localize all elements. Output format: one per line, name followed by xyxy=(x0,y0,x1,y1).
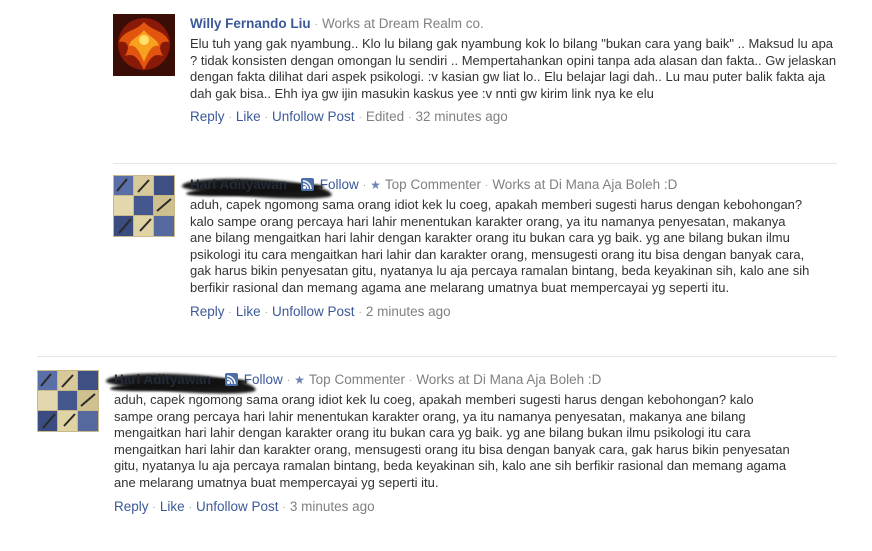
timestamp[interactable]: 3 minutes ago xyxy=(290,499,375,514)
timestamp[interactable]: 32 minutes ago xyxy=(415,109,507,124)
author-work[interactable]: Works at Di Mana Aja Boleh :D xyxy=(416,372,601,387)
reply-link[interactable]: Reply xyxy=(190,304,225,319)
timestamp[interactable]: 2 minutes ago xyxy=(366,304,451,319)
reply-link[interactable]: Reply xyxy=(114,499,149,514)
author-name[interactable]: Hari Adityawan xyxy=(181,173,333,203)
edited-label[interactable]: Edited xyxy=(366,109,404,124)
avatar[interactable] xyxy=(113,175,175,237)
avatar[interactable] xyxy=(113,14,175,76)
phoenix-avatar-icon xyxy=(113,14,175,76)
like-link[interactable]: Like xyxy=(236,109,261,124)
separator: · xyxy=(314,19,318,30)
collage-avatar-icon xyxy=(37,370,99,432)
comment-text: Elu tuh yang gak nyambung.. Klo lu bilan… xyxy=(190,36,837,101)
avatar[interactable] xyxy=(37,370,99,432)
like-link[interactable]: Like xyxy=(236,304,261,319)
rss-icon xyxy=(224,373,238,386)
comment-text: aduh, capek ngomong sama orang idiot kek… xyxy=(190,197,810,295)
top-commenter-badge: Top Commenter xyxy=(384,177,481,192)
top-commenter-badge: Top Commenter xyxy=(308,372,405,387)
collage-avatar-icon xyxy=(113,175,175,237)
comment-header: Hari Adityawan Follow · ★ Top Commenter · Wor… xyxy=(181,173,810,203)
divider xyxy=(113,163,837,164)
rss-icon xyxy=(300,178,314,191)
author-name[interactable]: Hari Adityawan xyxy=(105,368,257,398)
comment-header: Hari Adityawan Follow · ★ Top Commenter · Wor… xyxy=(105,368,794,398)
comment-text: aduh, capek ngomong sama orang idiot kek… xyxy=(114,392,790,490)
divider xyxy=(37,356,837,357)
comment-actions: Reply · Like · Unfollow Post · 3 minutes ago xyxy=(114,498,375,514)
comment-header: Willy Fernando Liu · Works at Dream Realm … xyxy=(190,14,840,34)
star-icon: ★ xyxy=(370,178,381,192)
author-work[interactable]: Works at Dream Realm co. xyxy=(322,16,484,31)
unfollow-post-link[interactable]: Unfollow Post xyxy=(272,109,355,124)
like-link[interactable]: Like xyxy=(160,499,185,514)
star-icon: ★ xyxy=(294,373,305,387)
unfollow-post-link[interactable]: Unfollow Post xyxy=(196,499,279,514)
comment: Hari Adityawan Follow · ★ Top Commenter · Wor… xyxy=(113,173,843,350)
author-name[interactable]: Willy Fernando Liu xyxy=(190,16,311,31)
author-work[interactable]: Works at Di Mana Aja Boleh :D xyxy=(492,177,677,192)
reply-link[interactable]: Reply xyxy=(190,109,225,124)
unfollow-post-link[interactable]: Unfollow Post xyxy=(272,304,355,319)
comment: Willy Fernando Liu · Works at Dream Realm … xyxy=(113,14,843,154)
comment: Hari Adityawan Follow · ★ Top Commenter · Wor… xyxy=(37,368,837,545)
comment-actions: Reply · Like · Unfollow Post · 2 minutes ago xyxy=(190,303,451,319)
comment-actions: Reply · Like · Unfollow Post · Edited · 32 minut… xyxy=(190,109,508,125)
